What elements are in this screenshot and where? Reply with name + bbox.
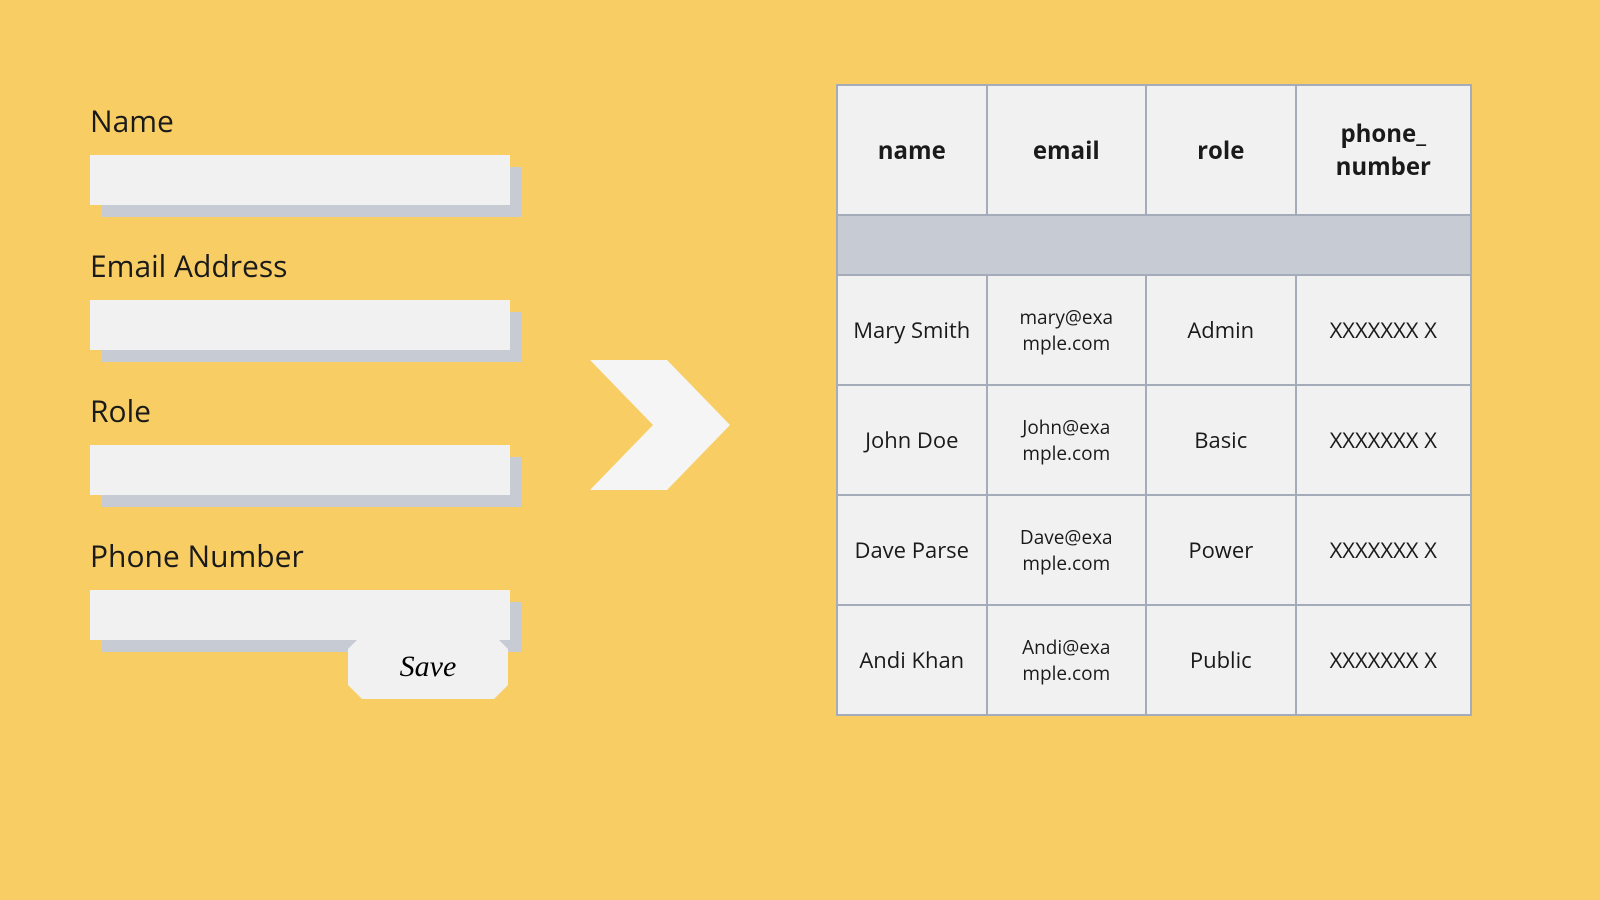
cell-role: Admin bbox=[1146, 275, 1296, 385]
cell-email: mary@exa mple.com bbox=[987, 275, 1146, 385]
label-email: Email Address bbox=[90, 245, 530, 286]
field-email: Email Address bbox=[90, 245, 530, 350]
cell-role: Power bbox=[1146, 495, 1296, 605]
table-row: Mary Smith mary@exa mple.com Admin XXXXX… bbox=[837, 275, 1471, 385]
col-header-phone: phone_ number bbox=[1296, 85, 1471, 215]
save-button[interactable]: Save bbox=[348, 635, 508, 699]
cell-email: Dave@exa mple.com bbox=[987, 495, 1146, 605]
table-header-row: name email role phone_ number bbox=[837, 85, 1471, 215]
role-input[interactable] bbox=[90, 445, 510, 495]
cell-name: John Doe bbox=[837, 385, 987, 495]
cell-role: Basic bbox=[1146, 385, 1296, 495]
col-header-role: role bbox=[1146, 85, 1296, 215]
email-input[interactable] bbox=[90, 300, 510, 350]
name-input[interactable] bbox=[90, 155, 510, 205]
table-title-cell bbox=[837, 215, 1471, 275]
table-row: Dave Parse Dave@exa mple.com Power XXXXX… bbox=[837, 495, 1471, 605]
field-phone: Phone Number bbox=[90, 535, 530, 640]
label-name: Name bbox=[90, 100, 530, 141]
cell-name: Mary Smith bbox=[837, 275, 987, 385]
cell-email: Andi@exa mple.com bbox=[987, 605, 1146, 715]
field-name: Name bbox=[90, 100, 530, 205]
label-phone: Phone Number bbox=[90, 535, 530, 576]
cell-phone: XXXXXXX X bbox=[1296, 275, 1471, 385]
table-title-row bbox=[837, 215, 1471, 275]
table-row: John Doe John@exa mple.com Basic XXXXXXX… bbox=[837, 385, 1471, 495]
field-role: Role bbox=[90, 390, 530, 495]
table-row: Andi Khan Andi@exa mple.com Public XXXXX… bbox=[837, 605, 1471, 715]
label-role: Role bbox=[90, 390, 530, 431]
phone-input[interactable] bbox=[90, 590, 510, 640]
cell-role: Public bbox=[1146, 605, 1296, 715]
cell-phone: XXXXXXX X bbox=[1296, 605, 1471, 715]
user-form: Name Email Address Role Phone Number bbox=[90, 100, 530, 680]
cell-name: Andi Khan bbox=[837, 605, 987, 715]
col-header-name: name bbox=[837, 85, 987, 215]
col-header-email: email bbox=[987, 85, 1146, 215]
cell-phone: XXXXXXX X bbox=[1296, 385, 1471, 495]
cell-phone: XXXXXXX X bbox=[1296, 495, 1471, 605]
cell-name: Dave Parse bbox=[837, 495, 987, 605]
arrow-right-icon bbox=[590, 360, 730, 490]
users-table: name email role phone_ number Mary Smith… bbox=[836, 84, 1472, 716]
cell-email: John@exa mple.com bbox=[987, 385, 1146, 495]
